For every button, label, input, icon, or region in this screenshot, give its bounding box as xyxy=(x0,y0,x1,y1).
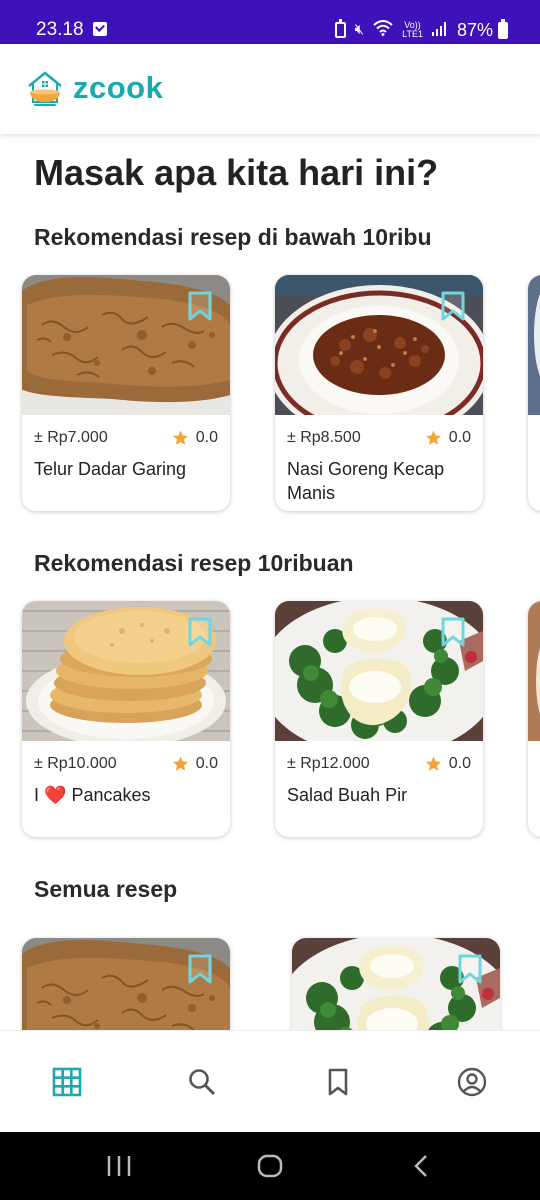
recipe-title: Nasi Goreng Kecap Manis xyxy=(287,459,445,503)
app-brand: zcook xyxy=(73,70,164,105)
recipe-title-prefix: I xyxy=(34,785,40,805)
recipe-price: ± Rp12.000 xyxy=(287,755,370,772)
recipe-price: ± Rp8.500 xyxy=(287,429,361,446)
grid-icon[interactable] xyxy=(52,1067,82,1097)
recipe-card-peek[interactable] xyxy=(528,275,540,511)
recipe-rating: 0.0 xyxy=(424,429,471,447)
status-bar: 23.18 🔇︎ Vo)) LTE1 87% xyxy=(0,0,540,44)
recipe-rating: 0.0 xyxy=(171,429,218,447)
recipe-card[interactable]: ± Rp10.000 0.0 I ❤️ Pancakes xyxy=(22,601,230,837)
recents-icon[interactable] xyxy=(106,1154,132,1178)
recipe-meta: ± Rp12.000 0.0 xyxy=(287,755,471,775)
battery-icon xyxy=(498,18,508,39)
bookmark-icon[interactable] xyxy=(323,1067,353,1097)
recipe-card[interactable]: ± Rp7.000 0.0 Telur Dadar Garing xyxy=(22,275,230,511)
star-icon xyxy=(172,430,188,445)
heart-emoji: ❤️ xyxy=(44,785,67,805)
status-time: 23.18 xyxy=(36,19,84,40)
notification-check-icon xyxy=(93,22,107,36)
back-icon[interactable] xyxy=(410,1154,432,1178)
status-icons: 🔇︎ Vo)) LTE1 87% xyxy=(334,18,508,41)
wifi-icon xyxy=(373,19,393,41)
recipe-title: Salad Buah Pir xyxy=(287,785,408,805)
recipe-title: I ❤️ Pancakes xyxy=(34,783,224,807)
section-title-10k: Rekomendasi resep 10ribuan xyxy=(34,550,354,576)
rating-value: 0.0 xyxy=(195,755,218,772)
recipe-price: ± Rp10.000 xyxy=(34,755,117,772)
network-lte-label: LTE1 xyxy=(402,29,423,39)
battery-percent: 87% xyxy=(456,20,493,40)
bookmark-icon[interactable] xyxy=(457,953,483,985)
account-icon[interactable] xyxy=(457,1067,487,1097)
bottom-navigation xyxy=(0,1030,540,1132)
bookmark-icon[interactable] xyxy=(440,290,466,322)
section-title-under-10k: Rekomendasi resep di bawah 10ribu xyxy=(34,224,432,250)
recipe-title: Telur Dadar Garing xyxy=(34,459,187,479)
home-icon[interactable] xyxy=(256,1154,284,1178)
system-navigation-bar xyxy=(0,1132,540,1200)
page-title: Masak apa kita hari ini? xyxy=(34,152,439,193)
recipe-meta: ± Rp8.500 0.0 xyxy=(287,429,471,449)
star-icon xyxy=(172,756,188,771)
zcook-logo-icon xyxy=(28,71,62,106)
recipe-price: ± Rp7.000 xyxy=(34,429,108,446)
mute-icon: 🔇︎ xyxy=(354,21,365,38)
battery-saver-icon xyxy=(334,19,346,38)
search-icon[interactable] xyxy=(187,1067,217,1097)
section-title-all: Semua resep xyxy=(34,876,178,902)
recipe-meta: ± Rp10.000 0.0 xyxy=(34,755,218,775)
rating-value: 0.0 xyxy=(448,755,471,772)
star-icon xyxy=(425,430,441,445)
recipe-card[interactable]: ± Rp12.000 0.0 Salad Buah Pir xyxy=(275,601,483,837)
recipe-photo xyxy=(528,601,540,741)
app-header: zcook xyxy=(0,44,540,134)
recipe-title-text: Pancakes xyxy=(71,785,151,805)
bookmark-icon[interactable] xyxy=(187,616,213,648)
bookmark-icon[interactable] xyxy=(440,616,466,648)
bookmark-icon[interactable] xyxy=(187,953,213,985)
recipe-card[interactable]: ± Rp8.500 0.0 Nasi Goreng Kecap Manis xyxy=(275,275,483,511)
rating-value: 0.0 xyxy=(195,429,218,446)
signal-icon xyxy=(431,19,448,41)
recipe-rating: 0.0 xyxy=(424,755,471,773)
recipe-meta: ± Rp7.000 0.0 xyxy=(34,429,218,449)
bookmark-icon[interactable] xyxy=(187,290,213,322)
recipe-photo xyxy=(528,275,540,415)
recipe-rating: 0.0 xyxy=(171,755,218,773)
recipe-card-peek[interactable] xyxy=(528,601,540,837)
rating-value: 0.0 xyxy=(448,429,471,446)
network-type: Vo)) LTE1 xyxy=(402,21,423,39)
star-icon xyxy=(425,756,441,771)
